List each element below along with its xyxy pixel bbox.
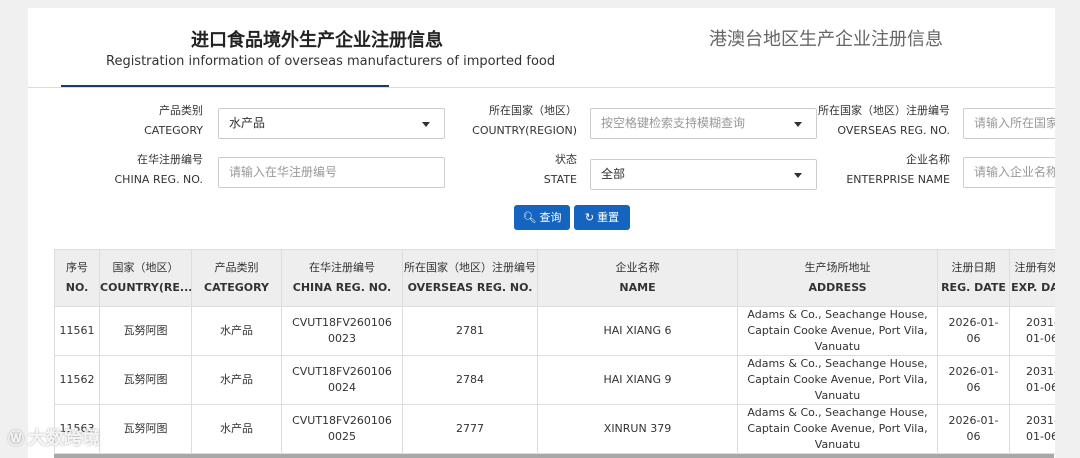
overseas-reg-input-placeholder: 请输入所在国家（地区）注册编号 xyxy=(974,116,1055,130)
cell-category: 水产品 xyxy=(191,355,282,405)
reset-button-label: 重置 xyxy=(597,211,620,224)
category-label-en: CATEGORY xyxy=(144,124,203,137)
cell-overseas-reg: 2777 xyxy=(402,404,538,454)
header-name: 企业名称 NAME xyxy=(537,249,738,307)
cell-reg-date: 2026-01-06 xyxy=(937,306,1010,356)
cell-country: 瓦努阿图 xyxy=(99,306,192,356)
search-button-label: 查询 xyxy=(539,211,562,224)
cell-exp-date: 2031-01-06 xyxy=(1009,404,1055,454)
dashu-logo-icon: Ⓦ xyxy=(8,429,25,448)
country-select[interactable]: 按空格键检索支持模糊查询 xyxy=(590,108,817,139)
country-select-placeholder: 按空格键检索支持模糊查询 xyxy=(601,116,746,130)
refresh-icon: ↻ xyxy=(584,211,595,224)
header-overseas-reg: 所在国家（地区）注册编号 OVERSEAS REG. NO. xyxy=(402,249,538,307)
header-no: 序号 NO. xyxy=(54,249,100,307)
cell-china-reg: CVUT18FV2601060023 xyxy=(281,306,403,356)
header-exp-date: 注册有效期EXP. DATE xyxy=(1009,249,1055,307)
enterprise-input-placeholder: 请输入企业名称 xyxy=(974,165,1055,179)
china-reg-label-en: CHINA REG. NO. xyxy=(114,173,204,186)
overseas-reg-input[interactable]: 请输入所在国家（地区）注册编号 xyxy=(963,108,1055,139)
category-select[interactable]: 水产品 xyxy=(218,108,445,139)
category-label: 产品类别 CATEGORY xyxy=(144,101,203,141)
cell-country: 瓦努阿图 xyxy=(99,404,192,454)
enterprise-label: 企业名称 ENTERPRISE NAME xyxy=(846,150,950,190)
china-reg-label-zh: 在华注册编号 xyxy=(137,153,203,166)
header-china-reg: 在华注册编号 CHINA REG. NO. xyxy=(281,249,403,307)
header-category: 产品类别 CATEGORY xyxy=(191,249,282,307)
active-tab-indicator xyxy=(61,85,389,87)
country-label-en: COUNTRY(REGION) xyxy=(472,124,577,137)
country-label-zh: 所在国家（地区） xyxy=(489,104,577,117)
reset-button[interactable]: ↻ 重置 xyxy=(574,205,630,230)
state-select[interactable]: 全部 xyxy=(590,159,817,190)
cell-exp-date: 2031-01-06 xyxy=(1009,306,1055,356)
cell-exp-date: 2031-01-06 xyxy=(1009,355,1055,405)
china-reg-input-placeholder: 请输入在华注册编号 xyxy=(229,165,338,179)
state-select-value: 全部 xyxy=(601,167,626,181)
cell-no: 11562 xyxy=(54,355,100,405)
horizontal-scrollbar[interactable] xyxy=(54,454,1054,458)
country-label: 所在国家（地区） COUNTRY(REGION) xyxy=(472,101,577,141)
china-reg-input[interactable]: 请输入在华注册编号 xyxy=(218,157,445,188)
state-label-en: STATE xyxy=(543,173,577,186)
table-row[interactable]: 11563 瓦努阿图 水产品 CVUT18FV2601060025 2777 X… xyxy=(54,404,1055,454)
cell-china-reg: CVUT18FV2601060025 xyxy=(281,404,403,454)
tab-bar: 进口食品境外生产企业注册信息 Registration information … xyxy=(28,8,1055,88)
search-button[interactable]: 🔍︎ 查询 xyxy=(514,205,570,230)
cell-reg-date: 2026-01-06 xyxy=(937,355,1010,405)
cell-address: Adams & Co., Seachange House, Captain Co… xyxy=(737,355,938,405)
chevron-down-icon xyxy=(794,173,802,178)
chevron-down-icon xyxy=(422,122,430,127)
overseas-reg-label-en: OVERSEAS REG. NO. xyxy=(837,124,950,137)
enterprise-input[interactable]: 请输入企业名称 xyxy=(963,157,1055,188)
header-country: 国家（地区） COUNTRY(RE... xyxy=(99,249,192,307)
cell-reg-date: 2026-01-06 xyxy=(937,404,1010,454)
cell-china-reg: CVUT18FV2601060024 xyxy=(281,355,403,405)
cell-overseas-reg: 2781 xyxy=(402,306,538,356)
results-table: 序号 NO. 国家（地区） COUNTRY(RE... 产品类别 CATEGORY 在… xyxy=(54,249,1055,454)
enterprise-label-en: ENTERPRISE NAME xyxy=(846,173,950,186)
search-icon: 🔍︎ xyxy=(522,211,537,224)
tab-hk-macao-taiwan[interactable]: 港澳台地区生产企业注册信息 xyxy=(709,25,943,51)
cell-address: Adams & Co., Seachange House, Captain Co… xyxy=(737,306,938,356)
registration-panel: 进口食品境外生产企业注册信息 Registration information … xyxy=(28,8,1055,458)
table-header-row: 序号 NO. 国家（地区） COUNTRY(RE... 产品类别 CATEGORY 在… xyxy=(54,249,1055,307)
state-label-zh: 状态 xyxy=(555,153,577,166)
category-select-value: 水产品 xyxy=(229,116,266,130)
china-reg-label: 在华注册编号 CHINA REG. NO. xyxy=(115,150,204,190)
tab-overseas-subtitle[interactable]: Registration information of overseas man… xyxy=(106,54,555,69)
page-edge xyxy=(1055,0,1080,458)
cell-overseas-reg: 2784 xyxy=(402,355,538,405)
cell-address: Adams & Co., Seachange House, Captain Co… xyxy=(737,404,938,454)
cell-name: HAI XIANG 6 xyxy=(537,306,738,356)
cell-name: HAI XIANG 9 xyxy=(537,355,738,405)
table-row[interactable]: 11561 瓦努阿图 水产品 CVUT18FV2601060023 2781 H… xyxy=(54,306,1055,356)
header-reg-date: 注册日期 REG. DATE xyxy=(937,249,1010,307)
watermark-text: 大数跨境 xyxy=(28,428,101,449)
cell-no: 11561 xyxy=(54,306,100,356)
chevron-down-icon xyxy=(794,122,802,127)
state-label: 状态 STATE xyxy=(544,150,577,190)
watermark: Ⓦ 大数跨境 xyxy=(8,424,100,450)
overseas-reg-label: 所在国家（地区）注册编号 OVERSEAS REG. NO. xyxy=(818,101,950,141)
cell-category: 水产品 xyxy=(191,404,282,454)
category-label-zh: 产品类别 xyxy=(159,104,203,117)
cell-name: XINRUN 379 xyxy=(537,404,738,454)
overseas-reg-label-zh: 所在国家（地区）注册编号 xyxy=(818,104,950,117)
cell-country: 瓦努阿图 xyxy=(99,355,192,405)
table-row[interactable]: 11562 瓦努阿图 水产品 CVUT18FV2601060024 2784 H… xyxy=(54,355,1055,405)
enterprise-label-zh: 企业名称 xyxy=(906,153,950,166)
tab-overseas-title[interactable]: 进口食品境外生产企业注册信息 xyxy=(191,26,443,52)
cell-category: 水产品 xyxy=(191,306,282,356)
header-address: 生产场所地址 ADDRESS xyxy=(737,249,938,307)
